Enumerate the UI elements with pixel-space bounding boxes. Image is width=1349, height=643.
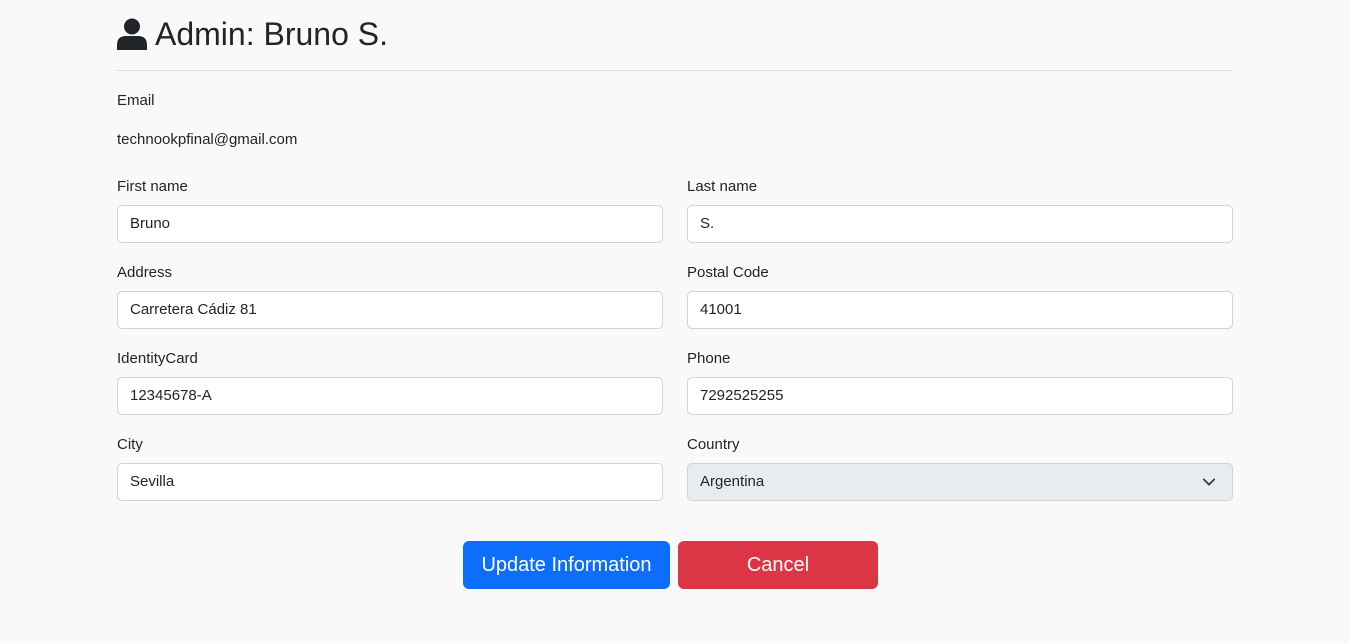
phone-field: Phone 7292525255 [687, 350, 1233, 436]
header: Admin: Bruno S. [117, 0, 1233, 71]
phone-input[interactable]: 7292525255 [687, 377, 1233, 415]
identity-card-input[interactable]: 12345678-A [117, 377, 663, 415]
first-name-field: First name Bruno [117, 178, 663, 264]
country-field: Country Argentina [687, 436, 1233, 522]
email-label: Email [117, 92, 155, 109]
postal-code-label: Postal Code [687, 264, 769, 281]
postal-code-field: Postal Code 41001 [687, 264, 1233, 350]
last-name-label: Last name [687, 178, 758, 195]
cancel-button[interactable]: Cancel [678, 541, 878, 589]
update-information-button[interactable]: Update Information [463, 541, 670, 589]
country-select[interactable]: Argentina [687, 463, 1233, 501]
country-label: Country [687, 436, 740, 453]
form-actions: Update Information Cancel [463, 541, 878, 589]
phone-label: Phone [687, 350, 731, 367]
postal-code-input[interactable]: 41001 [687, 291, 1233, 329]
city-field: City Sevilla [117, 436, 663, 522]
address-input[interactable]: Carretera Cádiz 81 [117, 291, 663, 329]
address-label: Address [117, 264, 173, 281]
user-icon [117, 18, 147, 50]
identity-card-field: IdentityCard 12345678-A [117, 350, 663, 436]
first-name-label: First name [117, 178, 188, 195]
chevron-down-icon [1202, 478, 1216, 486]
last-name-input[interactable]: S. [687, 205, 1233, 243]
email-block: Email technookpfinal@gmail.com [117, 92, 1233, 149]
first-name-input[interactable]: Bruno [117, 205, 663, 243]
page-title: Admin: Bruno S. [155, 15, 388, 52]
profile-form-container: Admin: Bruno S. Email technookpfinal@gma… [117, 0, 1233, 522]
city-input[interactable]: Sevilla [117, 463, 663, 501]
last-name-field: Last name S. [687, 178, 1233, 264]
form-grid: First name Bruno Last name S. Address Ca… [117, 178, 1233, 522]
identity-card-label: IdentityCard [117, 350, 198, 367]
city-label: City [117, 436, 143, 453]
country-selected-value: Argentina [700, 473, 765, 490]
email-value: technookpfinal@gmail.com [117, 131, 298, 148]
address-field: Address Carretera Cádiz 81 [117, 264, 663, 350]
